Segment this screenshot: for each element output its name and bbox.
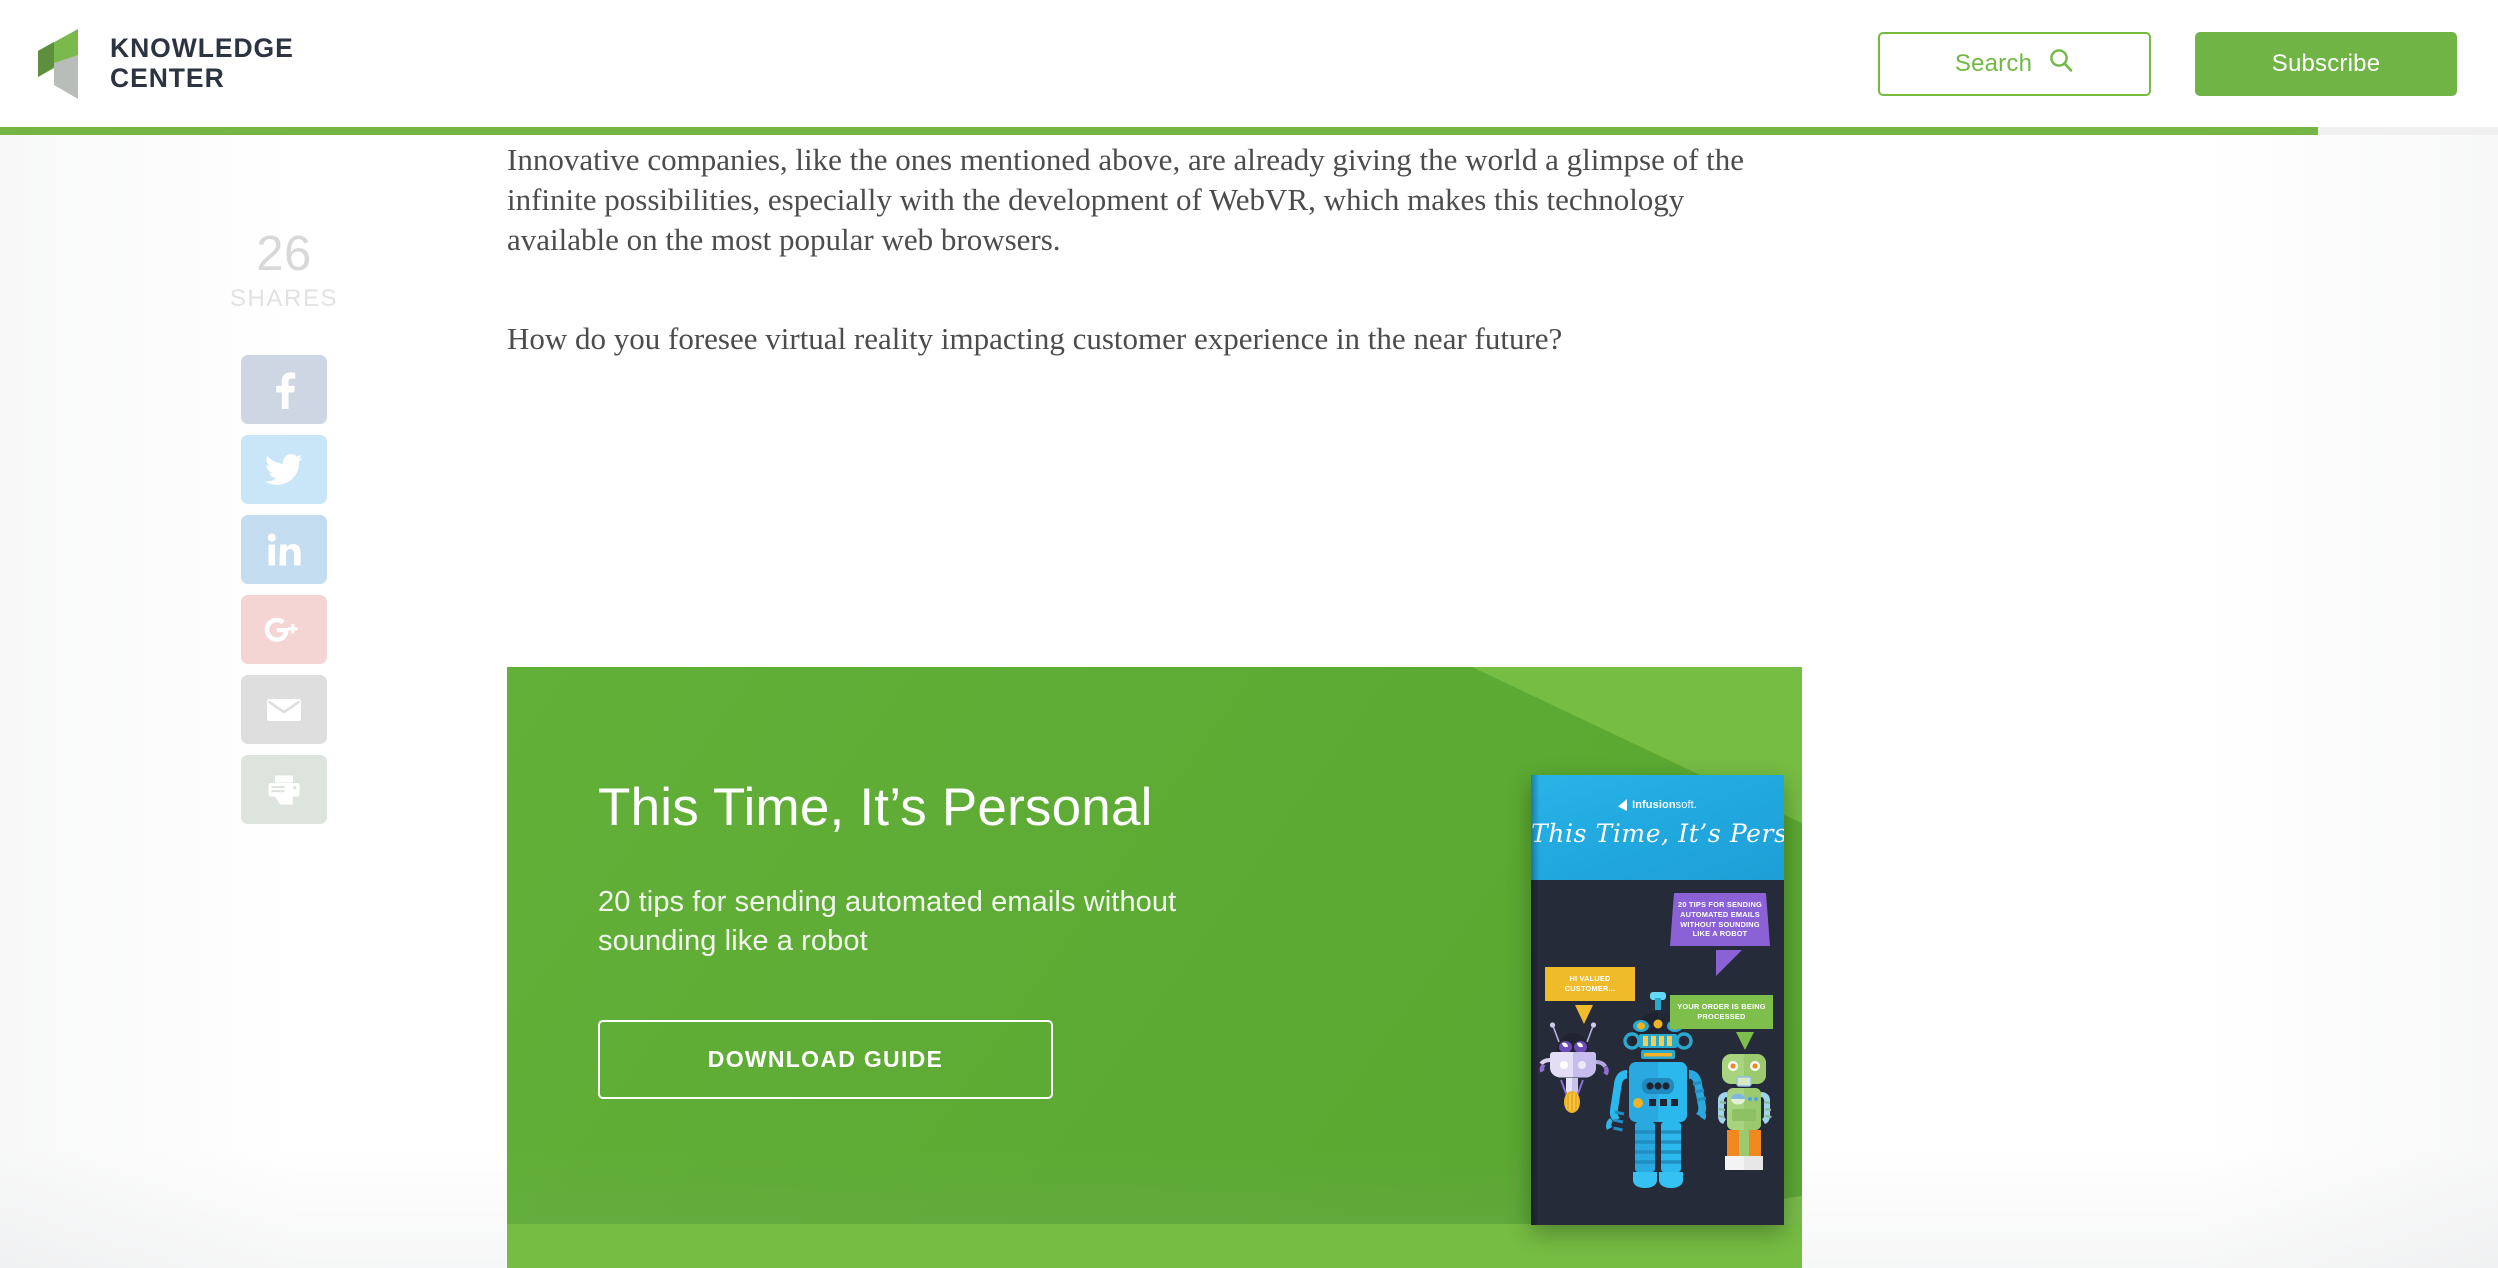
- cta-subtitle: 20 tips for sending automated emails wit…: [598, 885, 1177, 958]
- blue-robot-right-arm: [1689, 1070, 1707, 1120]
- share-buttons: [241, 355, 327, 824]
- share-email-button[interactable]: [241, 675, 327, 744]
- envelope-icon: [266, 697, 302, 723]
- googleplus-icon: [263, 616, 305, 644]
- share-count: 26: [256, 227, 312, 281]
- article-paragraph-2: How do you foresee virtual reality impac…: [507, 320, 1563, 356]
- green-robot: [1718, 1054, 1772, 1170]
- printer-icon: [267, 774, 301, 806]
- green-bubble: YOUR ORDER IS BEING PROCESSED: [1670, 995, 1773, 1029]
- purple-robot: [1539, 1022, 1609, 1113]
- header-actions: Search Subscribe: [1878, 31, 2457, 96]
- download-guide-button[interactable]: DOWNLOAD GUIDE: [598, 1020, 1053, 1100]
- blue-robot-left-arm: [1606, 1070, 1627, 1132]
- knowledge-center-logo-icon: [38, 28, 82, 99]
- share-linkedin-button[interactable]: [241, 515, 327, 584]
- cta-title: This Time, It’s Personal: [598, 778, 1153, 837]
- linkedin-icon: [267, 533, 301, 567]
- cta-bottom-fill: [507, 1224, 1802, 1268]
- ebook-cover-title: This Time, It’s Personal: [1531, 819, 1784, 848]
- page-right-shading: [2198, 0, 2498, 1268]
- cta-content: This Time, It’s Personal 20 tips for sen…: [598, 778, 1258, 1100]
- brand-title: KNOWLEDGE CENTER: [110, 32, 294, 93]
- subscribe-button[interactable]: Subscribe: [2195, 31, 2457, 96]
- search-button-label: Search: [1954, 49, 2033, 77]
- search-button[interactable]: Search: [1878, 31, 2151, 96]
- yellow-bubble: HI VALUED CUSTOMER...: [1545, 967, 1635, 1001]
- search-icon: [2048, 47, 2074, 80]
- article-paragraph-1: Innovative companies, like the ones ment…: [507, 142, 1745, 257]
- page-root: KNOWLEDGE CENTER Search Subscribe 26 SHA…: [0, 0, 2498, 1268]
- reading-progress-fill: [0, 127, 2319, 135]
- twitter-icon: [265, 453, 303, 486]
- infusionsoft-logo: Infusionsoft.: [1531, 799, 1784, 811]
- green-bubble-tail: [1736, 1032, 1754, 1050]
- reading-progress-track: [0, 127, 2498, 135]
- infusionsoft-mark-icon: [1618, 799, 1628, 811]
- infusionsoft-wordmark: Infusionsoft.: [1632, 799, 1697, 811]
- share-facebook-button[interactable]: [241, 355, 327, 424]
- article-body: Innovative companies, like the ones ment…: [507, 140, 1807, 359]
- purple-bubble: 20 TIPS FOR SENDING AUTOMATED EMAILS WIT…: [1670, 893, 1770, 947]
- ebook-cover-image: Infusionsoft. This Time, It’s Personal 2…: [1531, 775, 1784, 1225]
- share-print-button[interactable]: [241, 755, 327, 824]
- share-googleplus-button[interactable]: [241, 595, 327, 664]
- facebook-icon: [267, 371, 301, 409]
- yellow-bubble-tail: [1575, 1005, 1593, 1024]
- brand-logo-link[interactable]: KNOWLEDGE CENTER: [38, 28, 294, 99]
- ebook-spine: [1531, 775, 1540, 1225]
- share-rail: 26 SHARES: [230, 227, 337, 824]
- cta-banner[interactable]: This Time, It’s Personal 20 tips for sen…: [507, 667, 1802, 1268]
- share-count-label: SHARES: [229, 285, 339, 312]
- purple-bubble-tail: [1716, 950, 1742, 976]
- site-header: KNOWLEDGE CENTER Search Subscribe: [0, 0, 2498, 127]
- share-twitter-button[interactable]: [241, 435, 327, 504]
